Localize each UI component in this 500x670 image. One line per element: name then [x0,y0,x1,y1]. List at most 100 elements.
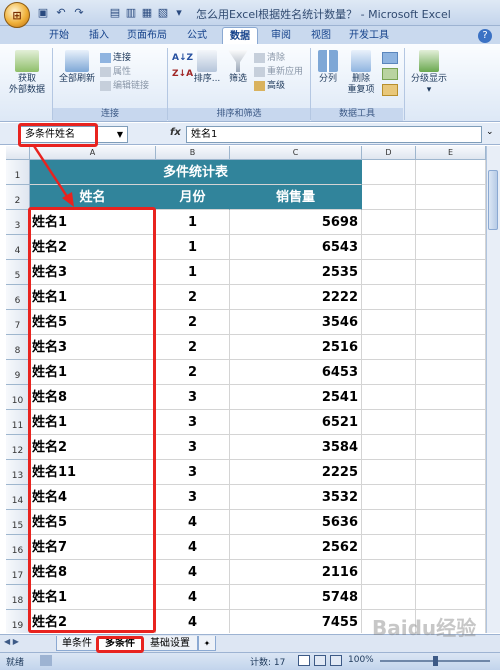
row-header[interactable]: 10 [6,385,30,410]
cell-sales[interactable]: 5636 [230,510,362,535]
sort-ascending-button[interactable]: A↓Z [172,52,193,64]
help-icon[interactable]: ? [478,29,492,43]
cell[interactable] [416,385,486,410]
connections-button[interactable]: 连接 [100,52,131,64]
header-sales[interactable]: 销售量 [230,185,362,210]
cell[interactable] [362,335,416,360]
row-header[interactable]: 13 [6,460,30,485]
new-file-icon[interactable]: ▤ [108,6,122,20]
cell-sales[interactable]: 5698 [230,210,362,235]
formula-input[interactable]: 姓名1 [186,126,482,143]
cell[interactable] [362,310,416,335]
cell-month[interactable]: 2 [156,360,230,385]
cell[interactable] [416,185,486,210]
text-to-columns-button[interactable]: 分列 [314,50,342,85]
cell-month[interactable]: 4 [156,510,230,535]
row-header[interactable]: 9 [6,360,30,385]
tab-insert[interactable]: 插入 [82,27,116,44]
cell[interactable] [416,535,486,560]
reapply-button[interactable]: 重新应用 [254,66,303,78]
cell[interactable] [416,360,486,385]
macro-record-icon[interactable] [40,655,52,666]
cell-sales[interactable]: 2535 [230,260,362,285]
cell[interactable] [362,360,416,385]
open-file-icon[interactable]: ▥ [124,6,138,20]
cell[interactable] [416,310,486,335]
zoom-slider-thumb[interactable] [433,656,438,666]
cell[interactable] [416,160,486,185]
cell-month[interactable]: 3 [156,485,230,510]
row-header[interactable]: 18 [6,585,30,610]
get-external-data-button[interactable]: 获取 外部数据 [6,50,48,96]
select-all-corner[interactable] [6,146,30,160]
row-header[interactable]: 1 [6,160,30,185]
cell-sales[interactable]: 6521 [230,410,362,435]
sort-descending-button[interactable]: Z↓A [172,68,193,80]
sheet-nav-icons[interactable]: ◀ ▶ [4,637,19,646]
cell[interactable] [362,260,416,285]
zoom-level[interactable]: 100% [348,655,374,665]
cell[interactable] [416,410,486,435]
cell-month[interactable]: 3 [156,385,230,410]
properties-button[interactable]: 属性 [100,66,131,78]
normal-view-icon[interactable] [298,655,310,666]
row-header[interactable]: 17 [6,560,30,585]
cell[interactable] [362,385,416,410]
data-validation-icon[interactable] [382,52,398,64]
header-month[interactable]: 月份 [156,185,230,210]
row-header[interactable]: 5 [6,260,30,285]
advanced-filter-button[interactable]: 高级 [254,80,285,92]
cell-sales[interactable]: 2562 [230,535,362,560]
tab-data[interactable]: 数据 [222,27,258,44]
cell[interactable] [416,335,486,360]
tab-developer[interactable]: 开发工具 [344,27,394,44]
print-icon[interactable]: ▦ [140,6,154,20]
consolidate-icon[interactable] [382,68,398,80]
cell-sales[interactable]: 6453 [230,360,362,385]
cell-month[interactable]: 3 [156,460,230,485]
row-header[interactable]: 12 [6,435,30,460]
cell-month[interactable]: 4 [156,535,230,560]
cell-sales[interactable]: 2116 [230,560,362,585]
cell[interactable] [362,535,416,560]
customize-toolbar-icon[interactable]: ▾ [172,6,186,20]
column-header-c[interactable]: C [230,146,362,160]
cell[interactable] [416,210,486,235]
cell[interactable] [416,460,486,485]
cell[interactable] [362,210,416,235]
edit-links-button[interactable]: 编辑链接 [100,80,149,92]
redo-icon[interactable]: ↷ [72,6,86,20]
tab-home[interactable]: 开始 [42,27,76,44]
tab-formulas[interactable]: 公式 [180,27,214,44]
tab-view[interactable]: 视图 [304,27,338,44]
sort-button[interactable]: 排序... [192,50,222,85]
cell[interactable] [362,185,416,210]
sheet-tab-basic-settings[interactable]: 基础设置 [142,636,198,651]
cell[interactable] [362,585,416,610]
cell[interactable] [362,510,416,535]
column-header-b[interactable]: B [156,146,230,160]
row-header[interactable]: 4 [6,235,30,260]
cell[interactable] [416,510,486,535]
column-header-e[interactable]: E [416,146,486,160]
cell[interactable] [362,160,416,185]
cell-sales[interactable]: 3532 [230,485,362,510]
cell-sales[interactable]: 2541 [230,385,362,410]
cell-month[interactable]: 4 [156,610,230,633]
row-header[interactable]: 6 [6,285,30,310]
cell-sales[interactable]: 2222 [230,285,362,310]
row-header[interactable]: 11 [6,410,30,435]
row-header[interactable]: 19 [6,610,30,633]
cell[interactable] [362,235,416,260]
undo-icon[interactable]: ↶ [54,6,68,20]
cell[interactable] [416,235,486,260]
tab-review[interactable]: 审阅 [264,27,298,44]
cell-month[interactable]: 4 [156,585,230,610]
cell-sales[interactable]: 7455 [230,610,362,633]
cell[interactable] [362,485,416,510]
row-header[interactable]: 8 [6,335,30,360]
row-header[interactable]: 3 [6,210,30,235]
filter-button[interactable]: 筛选 [224,50,252,85]
expand-formula-bar-icon[interactable]: ⌄ [486,127,494,137]
insert-function-icon[interactable]: fx [170,127,181,138]
